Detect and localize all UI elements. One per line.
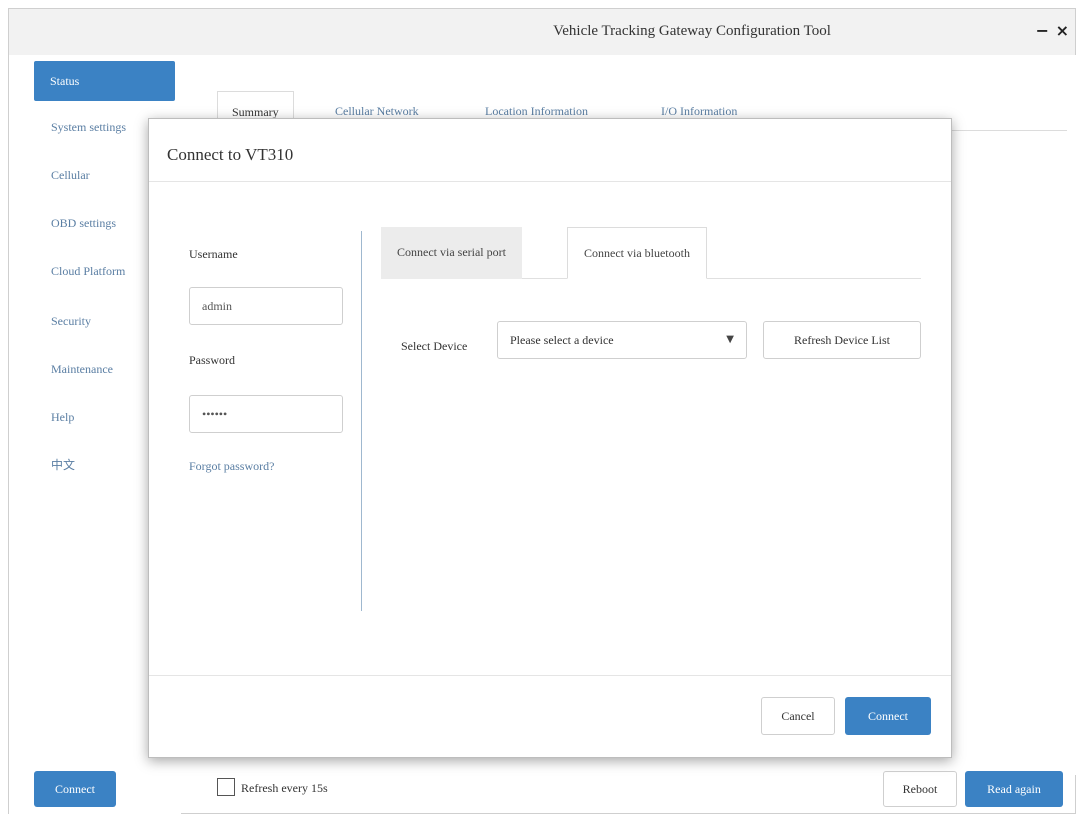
title-bar: Vehicle Tracking Gateway Configuration T… [9,9,1075,55]
device-select-value: Please select a device [510,333,614,347]
refresh-device-list-button[interactable]: Refresh Device List [763,321,921,359]
forgot-password-link[interactable]: Forgot password? [189,459,274,474]
dialog-connect-button[interactable]: Connect [845,697,931,735]
reboot-button[interactable]: Reboot [883,771,957,807]
username-field[interactable]: admin [189,287,343,325]
tab-connect-serial[interactable]: Connect via serial port [381,227,522,279]
select-device-label: Select Device [401,339,468,353]
refresh-checkbox[interactable] [217,778,235,796]
sidebar-item-status[interactable]: Status [34,61,175,101]
read-again-button[interactable]: Read again [965,771,1063,807]
dialog-footer-divider [149,675,951,676]
refresh-checkbox-label: Refresh every 15s [241,781,328,795]
chevron-down-icon: ▼ [726,334,734,345]
password-field[interactable]: •••••• [189,395,343,433]
connection-tabs: Connect via serial port Connect via blue… [381,227,921,279]
dialog-title: Connect to VT310 [167,145,294,164]
vertical-divider [361,231,362,611]
device-select[interactable]: Please select a device ▼ [497,321,747,359]
cancel-button[interactable]: Cancel [761,697,835,735]
username-label: Username [189,247,238,261]
connect-button[interactable]: Connect [34,771,116,807]
window-title: Vehicle Tracking Gateway Configuration T… [553,23,831,39]
dialog-header-divider [149,181,951,182]
connect-dialog: Connect to VT310 Username admin Password… [148,118,952,758]
close-icon[interactable]: × [1056,21,1069,40]
minimize-icon[interactable]: − [1036,21,1049,40]
password-label: Password [189,353,236,367]
tab-connect-bluetooth[interactable]: Connect via bluetooth [567,227,707,279]
bottom-bar: Connect Refresh every 15s Reboot Read ag… [9,769,1077,815]
